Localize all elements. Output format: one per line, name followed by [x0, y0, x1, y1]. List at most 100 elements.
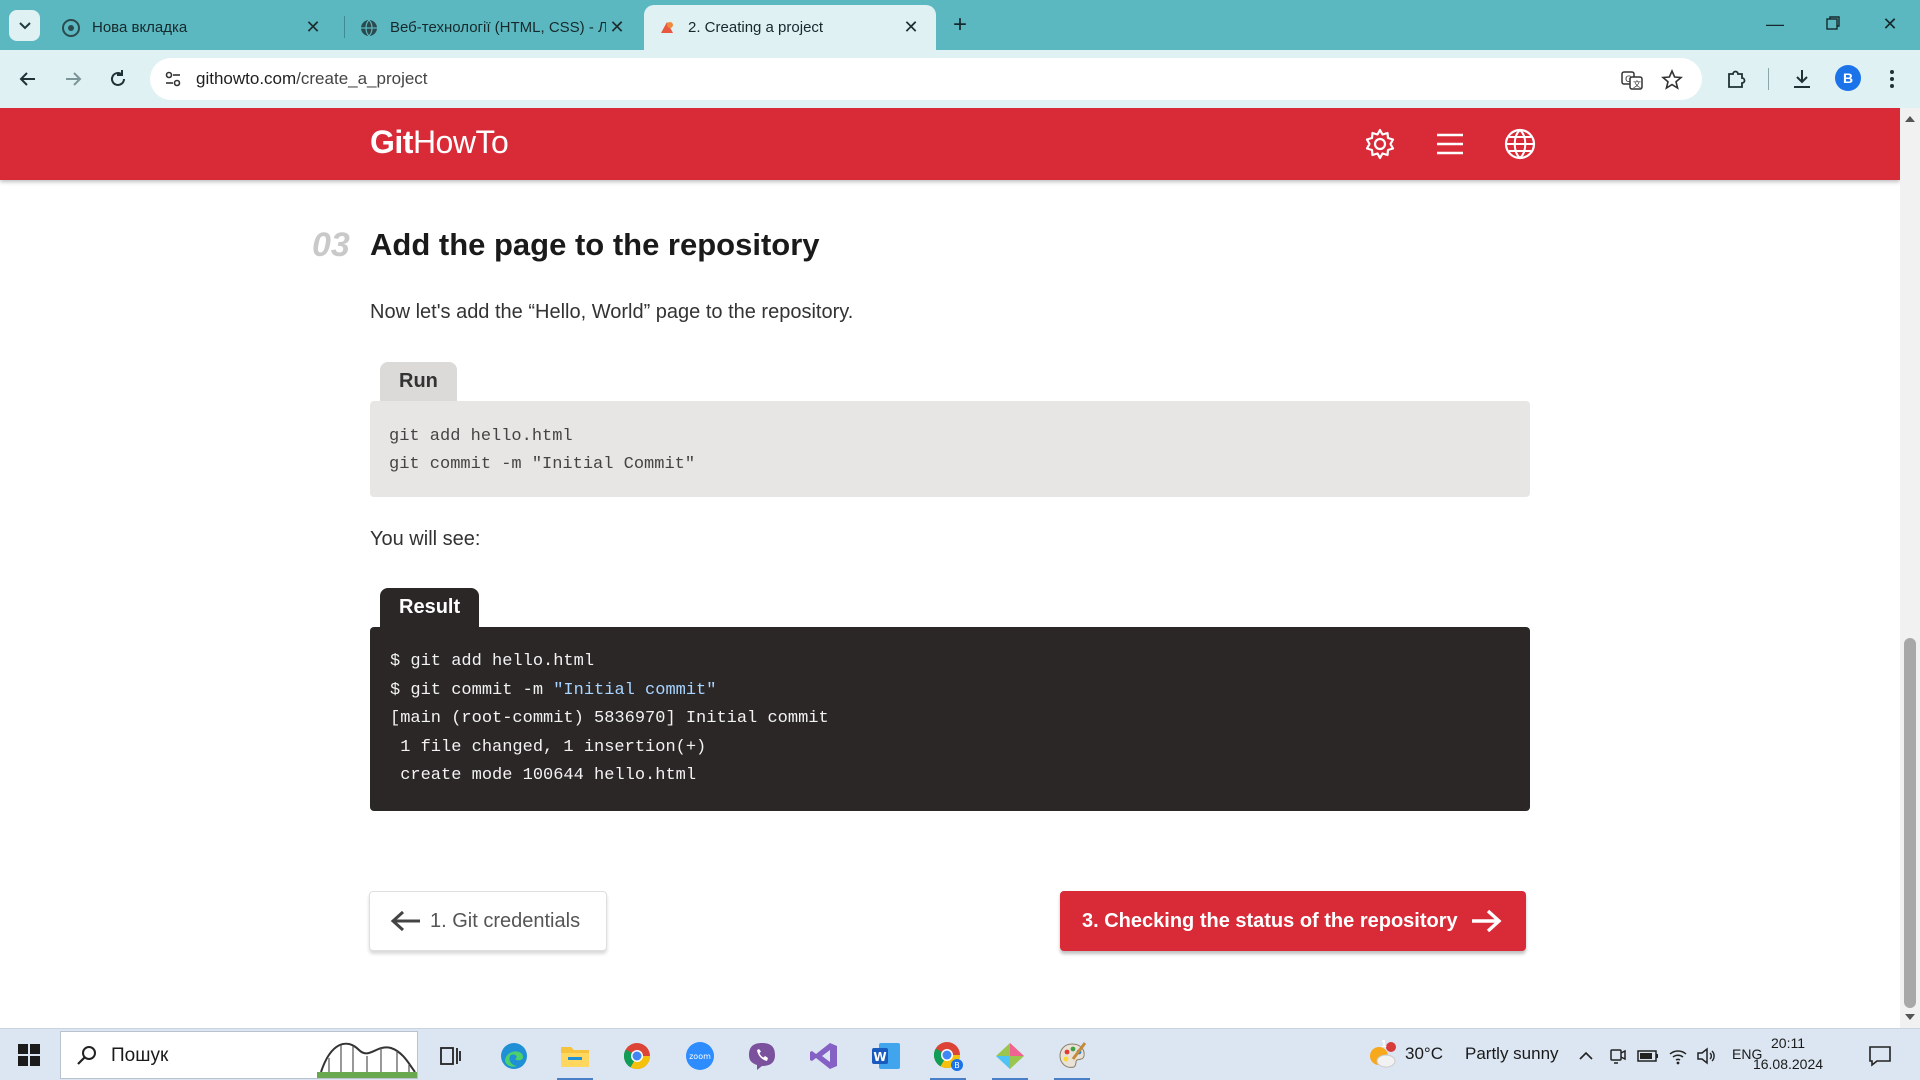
step-number: 03 — [312, 226, 350, 264]
notification-icon — [1869, 1046, 1891, 1067]
taskbar-edge[interactable] — [492, 1036, 536, 1076]
logo-bold: Git — [370, 124, 413, 160]
address-bar[interactable]: githowto.com/create_a_project G文 — [150, 58, 1702, 100]
settings-button[interactable] — [1360, 124, 1400, 164]
taskbar-clock[interactable]: 20:11 16.08.2024 — [1752, 1033, 1824, 1075]
result-line: 1 file changed, 1 insertion(+) — [390, 737, 707, 757]
tab-creating-project[interactable]: 2. Creating a project ✕ — [644, 5, 936, 50]
weather-temp[interactable]: 30°C — [1405, 1044, 1443, 1064]
page-scrollbar[interactable] — [1900, 108, 1920, 1028]
wifi-icon — [1669, 1050, 1687, 1065]
close-icon[interactable]: ✕ — [302, 17, 324, 38]
reload-icon — [111, 70, 125, 86]
bookmark-star-icon[interactable] — [1658, 66, 1686, 94]
tab-new-tab[interactable]: Нова вкладка ✕ — [48, 5, 338, 50]
next-page-button[interactable]: 3. Checking the status of the repository — [1060, 891, 1526, 951]
arrow-left-icon — [19, 72, 35, 86]
taskbar-paint[interactable] — [1050, 1036, 1094, 1080]
hamburger-menu-button[interactable] — [1430, 124, 1470, 164]
battery-icon — [1637, 1050, 1658, 1062]
close-window-button[interactable]: ✕ — [1866, 8, 1914, 40]
volume-button[interactable] — [1686, 1036, 1726, 1076]
scroll-thumb[interactable] — [1904, 638, 1916, 1008]
tab-title: Веб-технології (HTML, CSS) - Л — [390, 19, 606, 36]
translate-icon[interactable]: G文 — [1618, 66, 1646, 94]
result-line: create mode 100644 hello.html — [390, 766, 697, 786]
taskbar-visual-studio[interactable] — [802, 1036, 846, 1076]
result-code-block: $ git add hello.html $ git commit -m "In… — [370, 627, 1530, 811]
taskbar-chrome[interactable] — [615, 1036, 659, 1076]
browser-toolbar: githowto.com/create_a_project G文 B — [0, 50, 1920, 108]
kebab-menu-icon — [1890, 70, 1894, 88]
weather-badge: 1 — [1381, 1039, 1387, 1050]
puzzle-icon — [1728, 70, 1746, 88]
result-label: Result — [380, 588, 479, 628]
taskbar-word[interactable]: W — [864, 1036, 908, 1076]
taskbar-viber[interactable] — [740, 1036, 784, 1076]
zoom-icon: zoom — [686, 1042, 714, 1070]
download-icon — [1794, 70, 1810, 88]
tab-separator — [344, 16, 345, 38]
tab-title: 2. Creating a project — [688, 19, 824, 36]
prev-page-label: 1. Git credentials — [430, 909, 581, 932]
prev-page-button[interactable]: 1. Git credentials — [369, 891, 607, 951]
taskbar-chrome-profile[interactable]: B — [926, 1036, 970, 1080]
new-tab-button[interactable]: + — [946, 11, 974, 39]
chrome-icon — [623, 1043, 651, 1070]
chevron-down-icon — [18, 21, 31, 29]
scroll-up-arrow-icon[interactable] — [1905, 116, 1915, 122]
site-info-icon[interactable] — [162, 68, 184, 90]
site-logo[interactable]: GitHowTo — [370, 124, 509, 161]
section-intro: Now let's add the “Hello, World” page to… — [370, 301, 854, 323]
word-icon: W — [872, 1043, 900, 1069]
menu-button[interactable] — [1876, 63, 1908, 95]
scroll-down-arrow-icon[interactable] — [1905, 1014, 1915, 1020]
downloads-button[interactable] — [1786, 63, 1818, 95]
folder-icon — [561, 1047, 589, 1067]
toolbar-divider — [1768, 68, 1769, 90]
arrow-left-icon — [390, 910, 420, 932]
chrome-profile-icon: B — [933, 1042, 963, 1071]
back-button[interactable] — [12, 63, 44, 95]
restore-button[interactable] — [1809, 8, 1857, 40]
weather-desc[interactable]: Partly sunny — [1465, 1044, 1559, 1064]
windows-taskbar: Пошук zoom W B 1 30°C Partly sunny ENG 2… — [0, 1028, 1920, 1080]
reload-button[interactable] — [102, 63, 134, 95]
result-line: $ git commit -m "Initial commit" — [390, 677, 1510, 706]
tab-search-button[interactable] — [9, 10, 40, 41]
minimize-button[interactable]: — — [1751, 8, 1799, 40]
speaker-icon — [1697, 1047, 1715, 1065]
restore-icon — [1826, 16, 1840, 30]
notifications-button[interactable] — [1858, 1036, 1902, 1076]
forward-button[interactable] — [57, 63, 89, 95]
svg-text:W: W — [873, 1050, 886, 1064]
visual-studio-icon — [810, 1043, 837, 1069]
diamond-app-icon — [996, 1043, 1024, 1069]
profile-avatar[interactable]: B — [1835, 65, 1861, 91]
language-button[interactable] — [1500, 124, 1540, 164]
extensions-button[interactable] — [1720, 63, 1752, 95]
result-line: $ git add hello.html — [390, 652, 595, 671]
url-text: githowto.com/create_a_project — [196, 69, 428, 89]
gear-icon — [1365, 128, 1395, 160]
chevron-up-icon — [1579, 1051, 1593, 1060]
tab-title: Нова вкладка — [92, 19, 188, 36]
task-view-button[interactable] — [428, 1036, 472, 1076]
you-will-see-text: You will see: — [370, 528, 481, 550]
page-viewport: GitHowTo 03 Add the page to the reposito… — [0, 108, 1920, 1028]
search-icon — [77, 1046, 96, 1065]
close-icon[interactable]: ✕ — [606, 17, 628, 38]
clock-date: 16.08.2024 — [1752, 1056, 1824, 1072]
taskbar-search[interactable]: Пошук — [60, 1031, 418, 1079]
taskbar-git-app[interactable] — [988, 1036, 1032, 1080]
task-view-icon — [440, 1047, 461, 1065]
taskbar-file-explorer[interactable] — [553, 1036, 597, 1080]
clock-time: 20:11 — [1771, 1035, 1805, 1051]
url-host: githowto.com — [196, 69, 297, 88]
tab-web-tech[interactable]: Веб-технології (HTML, CSS) - Л ✕ — [346, 5, 642, 50]
windows-start-icon[interactable] — [18, 1044, 40, 1066]
taskbar-zoom[interactable]: zoom — [678, 1036, 722, 1076]
close-icon[interactable]: ✕ — [900, 17, 922, 38]
run-code-block: git add hello.html git commit -m "Initia… — [370, 401, 1530, 497]
browser-tab-strip: Нова вкладка ✕ Веб-технології (HTML, CSS… — [0, 0, 1920, 50]
